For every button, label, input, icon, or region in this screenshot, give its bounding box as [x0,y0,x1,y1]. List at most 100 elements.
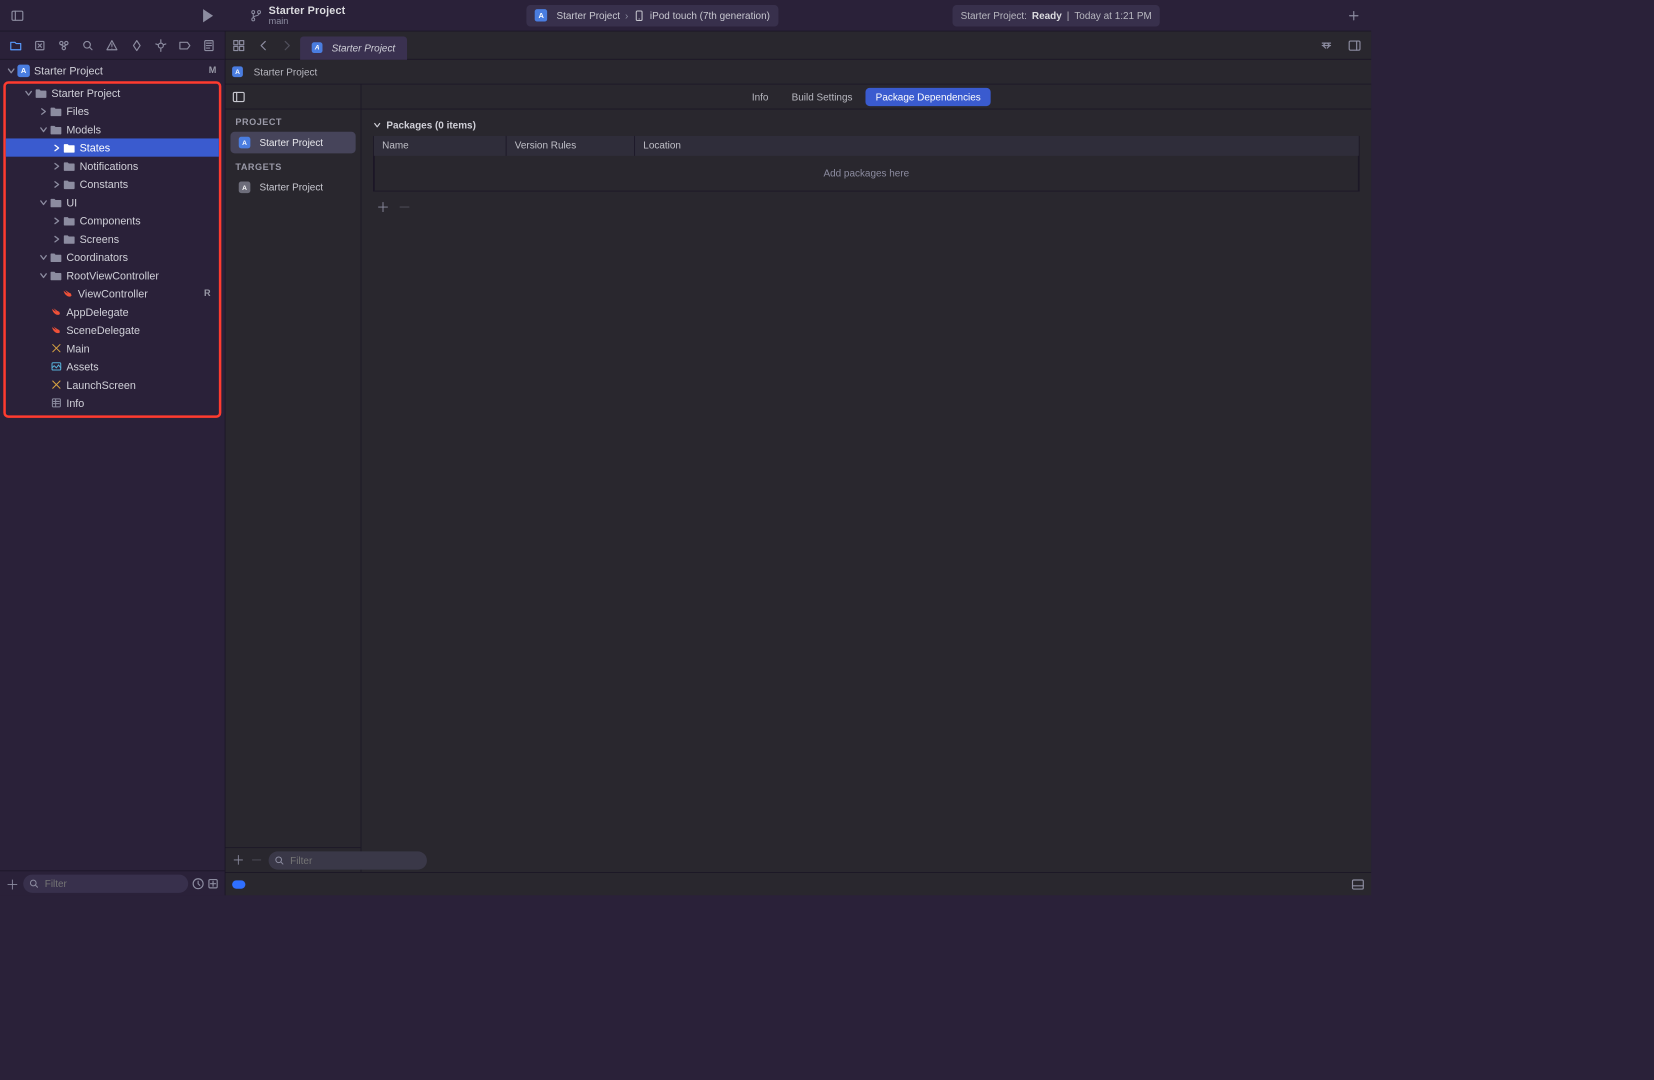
tree-group[interactable]: Starter Project [6,84,219,102]
tree-item-launchscreen[interactable]: LaunchScreen [6,376,219,394]
report-navigator-tab[interactable] [199,35,220,55]
editor-area: A Starter Project A Starter Project PROJ… [225,32,1371,896]
toggle-debug-area-button[interactable] [1351,877,1364,890]
project-icon: A [232,66,243,77]
tree-item-files[interactable]: Files [6,102,219,120]
outline-toggle-button[interactable] [225,85,360,110]
tree-item-screens[interactable]: Screens [6,230,219,248]
chevron-right-icon [52,234,61,243]
plist-icon [51,397,63,409]
source-control-navigator-tab[interactable] [29,35,50,55]
toggle-navigator-icon[interactable] [5,5,30,27]
tree-label: Info [66,397,84,409]
tree-item-ui[interactable]: UI [6,193,219,211]
tree-label: Notifications [80,160,139,172]
tree-label: ViewController [78,287,148,299]
project-outline: PROJECT A Starter Project TARGETS A Star… [225,85,361,873]
outline-filter-input[interactable] [269,851,427,869]
tree-item-models[interactable]: Models [6,120,219,138]
run-button[interactable] [196,5,221,27]
tree-label: Models [66,123,101,135]
find-navigator-tab[interactable] [78,35,99,55]
packages-col-location[interactable]: Location [635,136,1359,156]
add-target-button[interactable]: ＋ [232,851,244,868]
project-config-pane: Info Build Settings Package Dependencies… [361,85,1371,873]
tree-item-viewcontroller[interactable]: ViewController R [6,284,219,302]
tree-label: Files [66,105,89,117]
outline-project-item[interactable]: A Starter Project [230,132,355,154]
remove-target-button[interactable]: － [250,851,262,868]
folder-icon [50,197,62,208]
breakpoint-navigator-tab[interactable] [175,35,196,55]
tree-item-appdelegate[interactable]: AppDelegate [6,303,219,321]
activity-status: Starter Project: Ready | Today at 1:21 P… [952,5,1160,27]
scm-badge: R [204,288,212,298]
tree-label: Assets [66,360,98,372]
clock-icon[interactable] [191,877,204,890]
highlighted-tree-region: Starter Project Files Models [3,81,221,418]
tree-item-assets[interactable]: Assets [6,357,219,375]
outline-target-label: Starter Project [259,182,323,194]
folder-icon [50,124,62,135]
project-navigator-tab[interactable] [5,35,26,55]
packages-empty-message: Add packages here [374,156,1359,191]
related-items-button[interactable] [227,34,250,56]
tree-item-states[interactable]: States [6,138,219,156]
debug-navigator-tab[interactable] [150,35,171,55]
segment-info[interactable]: Info [742,87,778,105]
tree-item-scenedelegate[interactable]: SceneDelegate [6,321,219,339]
nav-forward-button[interactable] [275,34,298,56]
tree-item-info-plist[interactable]: Info [6,394,219,412]
project-icon: A [17,64,29,76]
issue-navigator-tab[interactable] [102,35,123,55]
swift-icon [51,306,63,318]
remove-package-button[interactable]: － [398,196,411,216]
editor-tab-bar: A Starter Project [225,32,1371,60]
symbol-navigator-tab[interactable] [53,35,74,55]
nav-back-button[interactable] [252,34,275,56]
packages-col-name[interactable]: Name [374,136,507,156]
tree-label: SceneDelegate [66,324,140,336]
outline-header-project: PROJECT [225,109,360,131]
folder-icon [63,215,75,226]
tree-item-rootvc-group[interactable]: RootViewController [6,266,219,284]
editor-breadcrumb[interactable]: A Starter Project [225,60,1371,85]
tree-item-components[interactable]: Components [6,211,219,229]
folder-icon [63,179,75,190]
outline-target-item[interactable]: A Starter Project [230,177,355,199]
add-button[interactable] [1341,5,1366,27]
packages-col-version[interactable]: Version Rules [507,136,635,156]
navigator-filter-input[interactable] [23,874,188,892]
tree-item-main-storyboard[interactable]: Main [6,339,219,357]
tree-item-coordinators[interactable]: Coordinators [6,248,219,266]
toggle-inspector-button[interactable] [1343,34,1366,56]
editor-tab[interactable]: A Starter Project [300,36,407,59]
scheme-project: Starter Project [556,10,620,22]
folder-icon [35,87,47,98]
add-package-button[interactable]: ＋ [376,196,389,216]
scm-badge: M [209,65,218,75]
scm-filter-icon[interactable] [206,877,219,890]
packages-section-header[interactable]: Packages (0 items) [373,114,1360,136]
add-file-button[interactable]: ＋ [5,873,20,893]
chevron-right-icon [52,216,61,225]
search-icon [274,855,284,865]
scheme-device: iPod touch (7th generation) [650,10,770,22]
branch-indicator[interactable]: Starter Project main [250,4,345,26]
chevron-right-icon: › [625,10,628,22]
target-icon: A [239,182,251,194]
project-icon: A [312,42,323,53]
scheme-selector[interactable]: A Starter Project › iPod touch (7th gene… [527,5,779,27]
tree-item-constants[interactable]: Constants [6,175,219,193]
navigator-tree: A Starter Project M Starter Project File… [0,60,225,871]
folder-icon [50,106,62,117]
tree-item-notifications[interactable]: Notifications [6,157,219,175]
test-navigator-tab[interactable] [126,35,147,55]
breakpoint-toggle[interactable] [232,880,245,888]
chevron-right-icon [39,107,48,116]
tree-root-project[interactable]: A Starter Project M [0,61,225,79]
segment-build-settings[interactable]: Build Settings [782,87,863,105]
segment-package-dependencies[interactable]: Package Dependencies [866,87,991,105]
tree-label: RootViewController [66,269,159,281]
adjust-editor-button[interactable] [1315,34,1338,56]
